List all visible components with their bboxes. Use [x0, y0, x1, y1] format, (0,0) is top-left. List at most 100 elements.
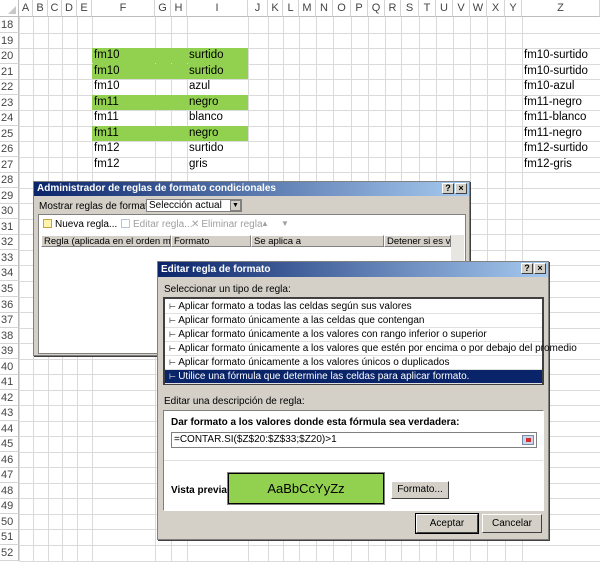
- column-header-E[interactable]: E: [77, 0, 92, 17]
- row-header[interactable]: 38: [0, 327, 19, 344]
- column-header[interactable]: Detener si es verdad: [384, 235, 451, 247]
- rule-type-item[interactable]: ⊢ Aplicar formato únicamente a los valor…: [165, 356, 542, 370]
- edit-rule-button[interactable]: Editar regla...: [121, 219, 192, 230]
- row-header[interactable]: 23: [0, 94, 19, 111]
- close-button[interactable]: ×: [534, 263, 546, 274]
- column-header-L[interactable]: L: [283, 0, 299, 17]
- row-header[interactable]: 26: [0, 141, 19, 158]
- column-header-F[interactable]: F: [92, 0, 155, 17]
- column-header-N[interactable]: N: [316, 0, 333, 17]
- column-header-S[interactable]: S: [401, 0, 419, 17]
- rule-type-item[interactable]: ⊢ Utilice una fórmula que determine las …: [165, 370, 542, 384]
- rule-type-item[interactable]: ⊢ Aplicar formato a todas las celdas seg…: [165, 300, 542, 314]
- help-button[interactable]: ?: [521, 263, 533, 274]
- row-header[interactable]: 47: [0, 467, 19, 484]
- cell-Z23[interactable]: fm11-negro: [522, 95, 582, 110]
- column-header-Y[interactable]: Y: [505, 0, 522, 17]
- column-header-Q[interactable]: Q: [368, 0, 385, 17]
- row-header[interactable]: 44: [0, 420, 19, 437]
- column-header-O[interactable]: O: [333, 0, 351, 17]
- cell-I26[interactable]: surtido: [187, 141, 224, 156]
- formula-input[interactable]: =CONTAR.SI($Z$20:$Z$33;$Z20)>1: [171, 432, 537, 448]
- editor-title-bar[interactable]: Editar regla de formato ? ×: [158, 262, 548, 277]
- row-header[interactable]: 45: [0, 436, 19, 453]
- cell-I27[interactable]: gris: [187, 157, 208, 172]
- row-header[interactable]: 43: [0, 405, 19, 422]
- row-header[interactable]: 35: [0, 281, 19, 297]
- cell-Z25[interactable]: fm11-negro: [522, 126, 582, 141]
- cell-I23[interactable]: negro: [187, 94, 248, 110]
- cell-F22[interactable]: fm10: [92, 79, 120, 94]
- close-button[interactable]: ×: [455, 183, 467, 194]
- column-header-K[interactable]: K: [268, 0, 283, 17]
- cell-I25[interactable]: negro: [187, 125, 248, 141]
- row-header[interactable]: 18: [0, 17, 19, 33]
- cell-Z20[interactable]: fm10-surtido: [522, 48, 588, 63]
- show-rules-select[interactable]: Selección actual ▼: [146, 199, 242, 212]
- column-header-U[interactable]: U: [436, 0, 453, 17]
- help-button[interactable]: ?: [442, 183, 454, 194]
- row-header[interactable]: 31: [0, 218, 19, 235]
- row-header[interactable]: 50: [0, 513, 19, 530]
- row-header[interactable]: 30: [0, 203, 19, 220]
- row-header[interactable]: 37: [0, 312, 19, 329]
- row-header[interactable]: 46: [0, 451, 19, 468]
- column-header-P[interactable]: P: [351, 0, 368, 17]
- cell-Z24[interactable]: fm11-blanco: [522, 110, 586, 125]
- column-header[interactable]: Se aplica a: [251, 235, 384, 247]
- cell-Z22[interactable]: fm10-azul: [522, 79, 575, 94]
- column-header-G[interactable]: G: [155, 0, 171, 17]
- row-header[interactable]: 27: [0, 156, 19, 173]
- column-header-H[interactable]: H: [171, 0, 187, 17]
- row-header[interactable]: 19: [0, 32, 19, 49]
- column-header-R[interactable]: R: [385, 0, 401, 17]
- row-header[interactable]: 22: [0, 79, 19, 96]
- select-all-corner[interactable]: [0, 0, 19, 17]
- column-header-T[interactable]: T: [419, 0, 436, 17]
- column-header-V[interactable]: V: [453, 0, 470, 17]
- row-header[interactable]: 25: [0, 125, 19, 142]
- column-header-J[interactable]: J: [248, 0, 268, 17]
- row-header[interactable]: 49: [0, 498, 19, 515]
- row-header[interactable]: 42: [0, 389, 19, 406]
- column-header-W[interactable]: W: [470, 0, 487, 17]
- new-rule-button[interactable]: Nueva regla...: [43, 219, 117, 230]
- ok-button[interactable]: Aceptar: [415, 513, 479, 534]
- manager-title-bar[interactable]: Administrador de reglas de formato condi…: [34, 182, 469, 196]
- row-header[interactable]: 24: [0, 110, 19, 127]
- column-header[interactable]: Formato: [171, 235, 251, 247]
- cell-Z27[interactable]: fm12-gris: [522, 157, 572, 172]
- rule-type-list[interactable]: ⊢ Aplicar formato a todas las celdas seg…: [163, 297, 577, 385]
- cancel-button[interactable]: Cancelar: [482, 514, 542, 533]
- row-header[interactable]: 28: [0, 172, 19, 189]
- rule-type-item[interactable]: ⊢ Aplicar formato únicamente a los valor…: [165, 328, 542, 342]
- column-header-D[interactable]: D: [62, 0, 77, 17]
- row-header[interactable]: 41: [0, 374, 19, 391]
- cell-F27[interactable]: fm12: [92, 157, 120, 172]
- column-header-I[interactable]: I: [187, 0, 248, 17]
- cell-F26[interactable]: fm12: [92, 141, 120, 156]
- cell-I21[interactable]: surtido: [187, 63, 248, 79]
- row-header[interactable]: 33: [0, 249, 19, 266]
- move-up-button[interactable]: ▲: [261, 219, 269, 228]
- cell-Z26[interactable]: fm12-surtido: [522, 141, 588, 156]
- row-header[interactable]: 52: [0, 545, 19, 562]
- rule-type-item[interactable]: ⊢ Aplicar formato únicamente a los valor…: [165, 342, 577, 356]
- cell-I22[interactable]: azul: [187, 79, 210, 94]
- row-header[interactable]: 39: [0, 343, 19, 360]
- row-header[interactable]: 20: [0, 48, 19, 65]
- column-header[interactable]: Regla (aplicada en el orden mostrado): [41, 235, 171, 247]
- rule-type-item[interactable]: ⊢ Aplicar formato únicamente a las celda…: [165, 314, 542, 328]
- cell-F24[interactable]: fm11: [92, 110, 119, 125]
- column-header-C[interactable]: C: [48, 0, 62, 17]
- column-header-Z[interactable]: Z: [522, 0, 600, 17]
- column-header-A[interactable]: A: [19, 0, 33, 17]
- cell-Z21[interactable]: fm10-surtido: [522, 64, 588, 79]
- move-down-button[interactable]: ▼: [281, 219, 289, 228]
- cell-I24[interactable]: blanco: [187, 110, 223, 125]
- row-header[interactable]: 34: [0, 265, 19, 282]
- column-header-M[interactable]: M: [299, 0, 316, 17]
- row-header[interactable]: 36: [0, 296, 19, 313]
- cell-I20[interactable]: surtido: [187, 48, 248, 64]
- row-header[interactable]: 48: [0, 482, 19, 499]
